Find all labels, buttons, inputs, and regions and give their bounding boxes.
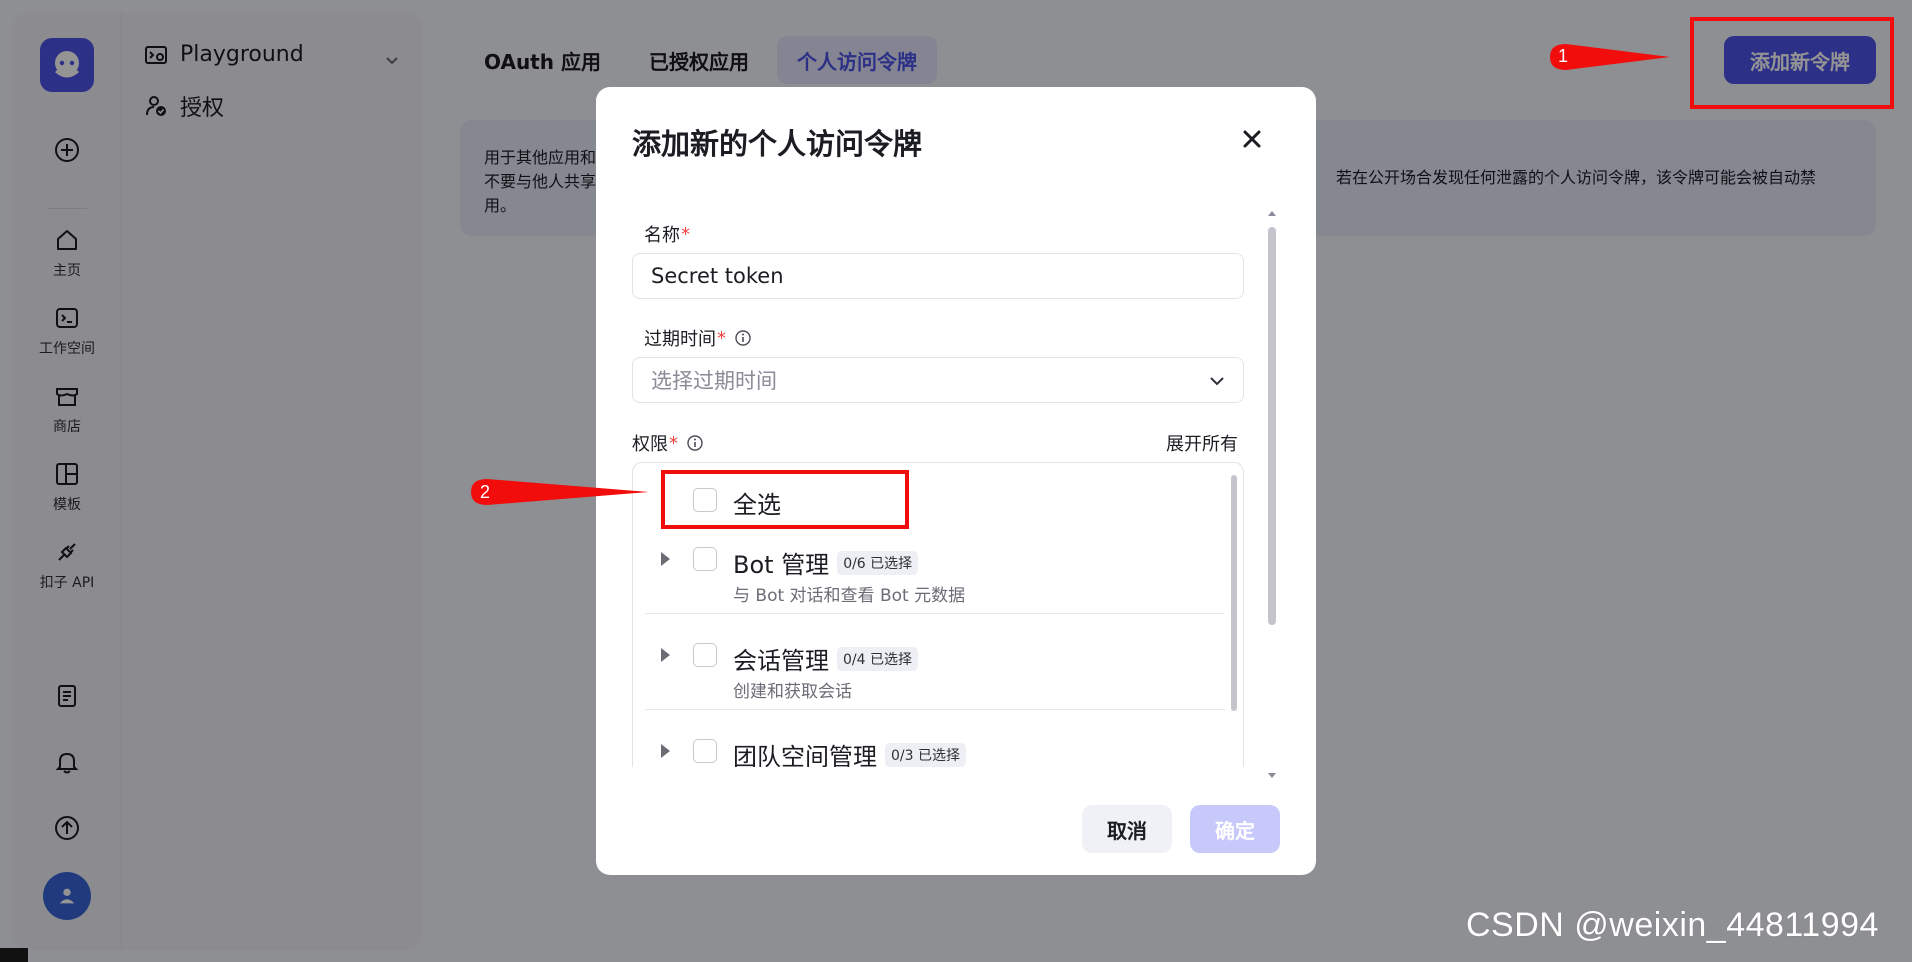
expand-caret-icon[interactable] (661, 552, 670, 566)
expiry-placeholder: 选择过期时间 (651, 369, 777, 393)
watermark: CSDN @weixin_44811994 (1466, 906, 1879, 944)
scroll-up-icon[interactable] (1268, 211, 1276, 216)
corner-mark (0, 948, 28, 962)
close-icon[interactable] (1236, 123, 1268, 155)
permission-desc: 与 Bot 对话和查看 Bot 元数据 (733, 586, 966, 606)
name-label-text: 名称 (644, 225, 680, 246)
name-field[interactable]: Secret token (632, 253, 1244, 299)
permission-name: 团队空间管理 0/3 已选择 (733, 737, 966, 767)
divider (645, 709, 1225, 710)
permission-name: Bot 管理 0/6 已选择 (733, 545, 919, 580)
cancel-button[interactable]: 取消 (1082, 805, 1172, 853)
permission-label: 权限 * (632, 430, 704, 456)
required-mark: * (717, 327, 726, 349)
confirm-button[interactable]: 确定 (1190, 805, 1280, 853)
required-mark: * (681, 223, 690, 245)
permission-checkbox[interactable] (693, 739, 717, 763)
info-icon[interactable] (686, 434, 704, 452)
annotation-arrow-icon (471, 479, 649, 505)
name-label: 名称 * (644, 221, 690, 247)
selected-count-badge: 0/6 已选择 (837, 550, 919, 575)
expand-caret-icon[interactable] (661, 648, 670, 662)
permission-name: 会话管理 0/4 已选择 (733, 641, 918, 676)
permission-label-text: 权限 (632, 434, 668, 455)
expand-all-link[interactable]: 展开所有 (1166, 430, 1238, 456)
chevron-down-icon (1210, 377, 1224, 386)
info-icon[interactable] (734, 329, 752, 347)
annotation-highlight-box (1690, 17, 1894, 109)
permission-desc: 创建和获取会话 (733, 682, 852, 702)
dialog-title: 添加新的个人访问令牌 (632, 127, 923, 161)
expiry-label: 过期时间 * (644, 325, 752, 351)
permission-checkbox[interactable] (693, 547, 717, 571)
permission-name-text: Bot 管理 (733, 551, 830, 579)
permission-name-text: 会话管理 (733, 647, 829, 675)
divider (645, 613, 1225, 614)
selected-count-badge: 0/3 已选择 (885, 742, 966, 767)
dialog-scrollbar[interactable] (1268, 211, 1276, 778)
scroll-thumb[interactable] (1268, 227, 1276, 625)
expand-caret-icon[interactable] (661, 744, 670, 758)
expiry-label-text: 过期时间 (644, 329, 716, 350)
scroll-down-icon[interactable] (1268, 773, 1276, 778)
annotation-number: 1 (1558, 46, 1569, 66)
selected-count-badge: 0/4 已选择 (837, 646, 918, 671)
permission-name-text: 团队空间管理 (733, 743, 877, 767)
annotation-number: 2 (480, 482, 491, 502)
permission-scrollbar[interactable] (1231, 475, 1237, 711)
expiry-select[interactable]: 选择过期时间 (632, 357, 1244, 403)
required-mark: * (669, 432, 678, 454)
annotation-highlight-box (661, 470, 909, 529)
permission-checkbox[interactable] (693, 643, 717, 667)
